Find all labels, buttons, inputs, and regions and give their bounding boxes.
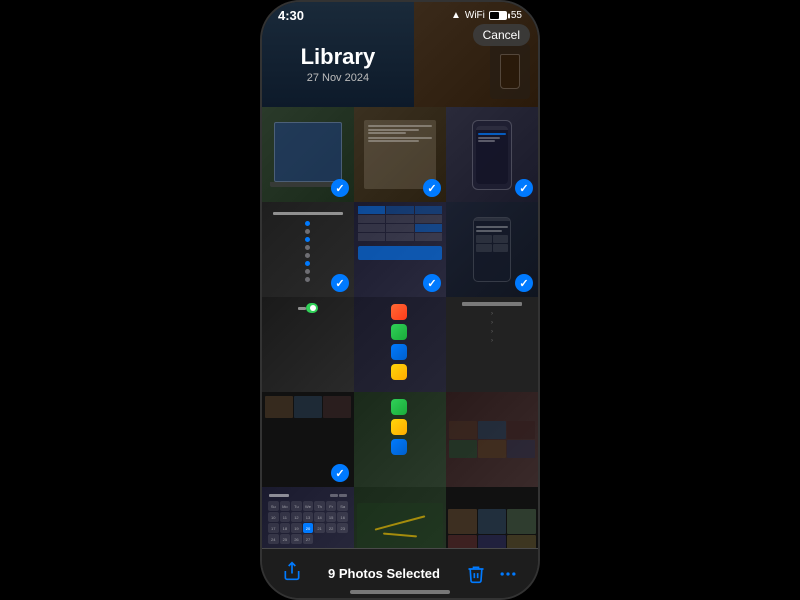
row-6: Su Mo Tu We Th Fr Sa 10 11 12 13 xyxy=(262,487,538,548)
thumb-maps[interactable] xyxy=(354,487,446,548)
row-2 xyxy=(262,107,538,202)
thumb-albums[interactable] xyxy=(262,392,354,487)
status-time: 4:30 xyxy=(278,8,304,23)
status-icons: ▲ WiFi 55 xyxy=(451,10,522,21)
thumb-laptop[interactable] xyxy=(262,107,354,202)
check-spreadsheet[interactable] xyxy=(423,274,441,292)
thumb-iphone[interactable] xyxy=(446,107,538,202)
more-button[interactable] xyxy=(498,564,518,584)
row-3 xyxy=(262,202,538,297)
battery-icon xyxy=(489,11,507,20)
hero-title: Library xyxy=(301,44,376,70)
share-button[interactable] xyxy=(282,561,302,586)
cancel-button[interactable]: Cancel xyxy=(473,24,530,46)
thumb-photos[interactable] xyxy=(446,392,538,487)
thumb-iphone2[interactable] xyxy=(446,202,538,297)
thumb-sidebar[interactable] xyxy=(262,202,354,297)
thumb-utilities[interactable]: › › › › xyxy=(446,297,538,392)
delete-button[interactable] xyxy=(466,564,486,584)
thumb-green-apps[interactable] xyxy=(354,392,446,487)
hero-date: 27 Nov 2024 xyxy=(307,72,369,84)
check-laptop[interactable] xyxy=(331,179,349,197)
grid-content: Library 27 Nov 2024 Cancel xyxy=(262,2,538,548)
grid-container[interactable]: Library 27 Nov 2024 Cancel xyxy=(262,2,538,548)
check-iphone[interactable] xyxy=(515,179,533,197)
check-sidebar[interactable] xyxy=(331,274,349,292)
thumb-photos-grid[interactable] xyxy=(446,487,538,548)
wifi-icon: ▲ xyxy=(451,10,461,21)
status-bar: 4:30 ▲ WiFi 55 xyxy=(262,2,538,25)
check-albums[interactable] xyxy=(331,464,349,482)
thumb-notes[interactable] xyxy=(354,107,446,202)
home-indicator xyxy=(350,590,450,594)
thumb-spreadsheet[interactable] xyxy=(354,202,446,297)
toggle-icon xyxy=(306,303,318,313)
selected-count: 9 Photos Selected xyxy=(328,566,440,581)
battery-percent: 55 xyxy=(511,10,522,21)
check-notes[interactable] xyxy=(423,179,441,197)
row-5 xyxy=(262,392,538,487)
signal-icon: WiFi xyxy=(465,10,485,21)
share-icon xyxy=(282,561,302,586)
row-4: › › › › xyxy=(262,297,538,392)
thumb-calendar[interactable]: Su Mo Tu We Th Fr Sa 10 11 12 13 xyxy=(262,487,354,548)
thumb-settings[interactable] xyxy=(262,297,354,392)
phone-frame: 4:30 ▲ WiFi 55 Library 27 Nov 2024 xyxy=(260,0,540,600)
thumb-apps[interactable] xyxy=(354,297,446,392)
check-iphone2[interactable] xyxy=(515,274,533,292)
